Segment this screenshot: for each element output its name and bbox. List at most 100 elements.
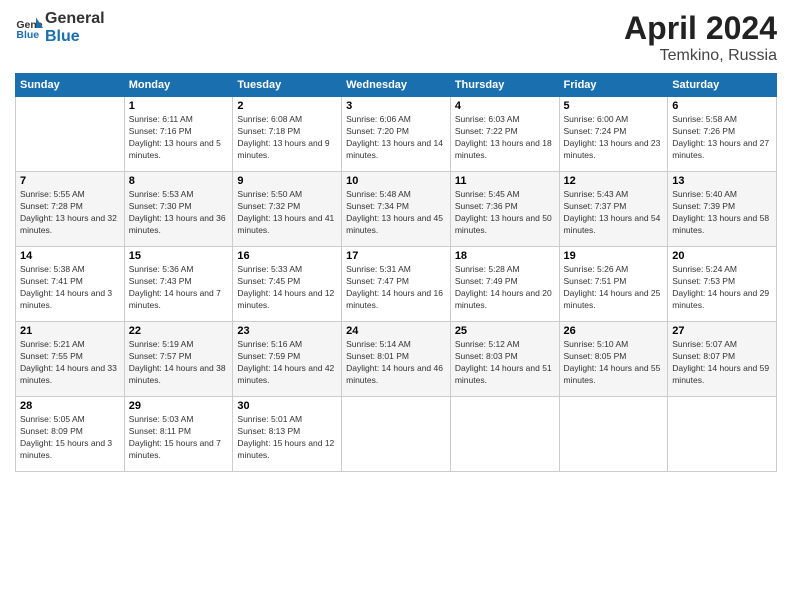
day-info: Sunrise: 5:50 AM Sunset: 7:32 PM Dayligh…	[237, 189, 337, 237]
day-number: 16	[237, 250, 337, 262]
calendar-week-0: 1 Sunrise: 6:11 AM Sunset: 7:16 PM Dayli…	[16, 97, 777, 172]
day-number: 25	[455, 325, 555, 337]
day-info: Sunrise: 5:01 AM Sunset: 8:13 PM Dayligh…	[237, 414, 337, 462]
weekday-header-saturday: Saturday	[668, 74, 777, 97]
calendar-cell: 1 Sunrise: 6:11 AM Sunset: 7:16 PM Dayli…	[124, 97, 233, 172]
day-number: 11	[455, 175, 555, 187]
calendar-cell: 12 Sunrise: 5:43 AM Sunset: 7:37 PM Dayl…	[559, 172, 668, 247]
calendar-cell: 8 Sunrise: 5:53 AM Sunset: 7:30 PM Dayli…	[124, 172, 233, 247]
day-info: Sunrise: 5:38 AM Sunset: 7:41 PM Dayligh…	[20, 264, 120, 312]
day-number: 30	[237, 400, 337, 412]
logo-icon: General Blue	[15, 14, 43, 42]
calendar-cell	[342, 397, 451, 472]
header: General Blue General Blue April 2024 Tem…	[15, 10, 777, 65]
calendar-cell	[16, 97, 125, 172]
day-number: 6	[672, 100, 772, 112]
calendar-cell: 27 Sunrise: 5:07 AM Sunset: 8:07 PM Dayl…	[668, 322, 777, 397]
day-number: 2	[237, 100, 337, 112]
day-info: Sunrise: 6:11 AM Sunset: 7:16 PM Dayligh…	[129, 114, 229, 162]
calendar-week-1: 7 Sunrise: 5:55 AM Sunset: 7:28 PM Dayli…	[16, 172, 777, 247]
day-number: 7	[20, 175, 120, 187]
day-number: 1	[129, 100, 229, 112]
logo: General Blue General Blue	[15, 10, 105, 45]
day-info: Sunrise: 5:07 AM Sunset: 8:07 PM Dayligh…	[672, 339, 772, 387]
day-info: Sunrise: 5:03 AM Sunset: 8:11 PM Dayligh…	[129, 414, 229, 462]
weekday-header-friday: Friday	[559, 74, 668, 97]
day-number: 28	[20, 400, 120, 412]
day-number: 29	[129, 400, 229, 412]
calendar-body: 1 Sunrise: 6:11 AM Sunset: 7:16 PM Dayli…	[16, 97, 777, 472]
location-subtitle: Temkino, Russia	[624, 47, 777, 65]
calendar-cell: 15 Sunrise: 5:36 AM Sunset: 7:43 PM Dayl…	[124, 247, 233, 322]
day-info: Sunrise: 5:12 AM Sunset: 8:03 PM Dayligh…	[455, 339, 555, 387]
weekday-header-wednesday: Wednesday	[342, 74, 451, 97]
calendar-cell: 20 Sunrise: 5:24 AM Sunset: 7:53 PM Dayl…	[668, 247, 777, 322]
title-block: April 2024 Temkino, Russia	[624, 10, 777, 65]
calendar-cell: 17 Sunrise: 5:31 AM Sunset: 7:47 PM Dayl…	[342, 247, 451, 322]
calendar-week-4: 28 Sunrise: 5:05 AM Sunset: 8:09 PM Dayl…	[16, 397, 777, 472]
logo-blue: Blue	[45, 28, 105, 46]
calendar-cell: 7 Sunrise: 5:55 AM Sunset: 7:28 PM Dayli…	[16, 172, 125, 247]
weekday-header-thursday: Thursday	[450, 74, 559, 97]
calendar-cell: 2 Sunrise: 6:08 AM Sunset: 7:18 PM Dayli…	[233, 97, 342, 172]
calendar-cell: 11 Sunrise: 5:45 AM Sunset: 7:36 PM Dayl…	[450, 172, 559, 247]
day-info: Sunrise: 5:19 AM Sunset: 7:57 PM Dayligh…	[129, 339, 229, 387]
calendar-cell: 30 Sunrise: 5:01 AM Sunset: 8:13 PM Dayl…	[233, 397, 342, 472]
day-number: 9	[237, 175, 337, 187]
day-number: 23	[237, 325, 337, 337]
weekday-header-monday: Monday	[124, 74, 233, 97]
day-info: Sunrise: 6:08 AM Sunset: 7:18 PM Dayligh…	[237, 114, 337, 162]
day-info: Sunrise: 5:48 AM Sunset: 7:34 PM Dayligh…	[346, 189, 446, 237]
calendar-week-2: 14 Sunrise: 5:38 AM Sunset: 7:41 PM Dayl…	[16, 247, 777, 322]
day-info: Sunrise: 5:53 AM Sunset: 7:30 PM Dayligh…	[129, 189, 229, 237]
calendar-cell: 10 Sunrise: 5:48 AM Sunset: 7:34 PM Dayl…	[342, 172, 451, 247]
day-info: Sunrise: 5:31 AM Sunset: 7:47 PM Dayligh…	[346, 264, 446, 312]
day-info: Sunrise: 5:14 AM Sunset: 8:01 PM Dayligh…	[346, 339, 446, 387]
calendar-cell	[668, 397, 777, 472]
calendar-cell: 28 Sunrise: 5:05 AM Sunset: 8:09 PM Dayl…	[16, 397, 125, 472]
calendar-cell: 13 Sunrise: 5:40 AM Sunset: 7:39 PM Dayl…	[668, 172, 777, 247]
day-info: Sunrise: 6:03 AM Sunset: 7:22 PM Dayligh…	[455, 114, 555, 162]
day-info: Sunrise: 5:33 AM Sunset: 7:45 PM Dayligh…	[237, 264, 337, 312]
weekday-header-tuesday: Tuesday	[233, 74, 342, 97]
calendar-cell: 23 Sunrise: 5:16 AM Sunset: 7:59 PM Dayl…	[233, 322, 342, 397]
calendar-cell: 19 Sunrise: 5:26 AM Sunset: 7:51 PM Dayl…	[559, 247, 668, 322]
day-number: 14	[20, 250, 120, 262]
day-number: 3	[346, 100, 446, 112]
day-number: 27	[672, 325, 772, 337]
day-info: Sunrise: 5:40 AM Sunset: 7:39 PM Dayligh…	[672, 189, 772, 237]
calendar-cell: 29 Sunrise: 5:03 AM Sunset: 8:11 PM Dayl…	[124, 397, 233, 472]
day-info: Sunrise: 5:24 AM Sunset: 7:53 PM Dayligh…	[672, 264, 772, 312]
calendar-cell: 14 Sunrise: 5:38 AM Sunset: 7:41 PM Dayl…	[16, 247, 125, 322]
calendar-week-3: 21 Sunrise: 5:21 AM Sunset: 7:55 PM Dayl…	[16, 322, 777, 397]
day-number: 20	[672, 250, 772, 262]
day-number: 18	[455, 250, 555, 262]
calendar-cell: 16 Sunrise: 5:33 AM Sunset: 7:45 PM Dayl…	[233, 247, 342, 322]
day-info: Sunrise: 5:16 AM Sunset: 7:59 PM Dayligh…	[237, 339, 337, 387]
calendar-cell: 25 Sunrise: 5:12 AM Sunset: 8:03 PM Dayl…	[450, 322, 559, 397]
day-info: Sunrise: 6:00 AM Sunset: 7:24 PM Dayligh…	[564, 114, 664, 162]
day-number: 21	[20, 325, 120, 337]
calendar-cell: 22 Sunrise: 5:19 AM Sunset: 7:57 PM Dayl…	[124, 322, 233, 397]
day-number: 13	[672, 175, 772, 187]
day-info: Sunrise: 5:10 AM Sunset: 8:05 PM Dayligh…	[564, 339, 664, 387]
day-number: 10	[346, 175, 446, 187]
day-number: 15	[129, 250, 229, 262]
logo-general: General	[45, 10, 105, 28]
day-info: Sunrise: 5:43 AM Sunset: 7:37 PM Dayligh…	[564, 189, 664, 237]
day-number: 17	[346, 250, 446, 262]
day-number: 5	[564, 100, 664, 112]
day-number: 24	[346, 325, 446, 337]
weekday-header-sunday: Sunday	[16, 74, 125, 97]
day-info: Sunrise: 6:06 AM Sunset: 7:20 PM Dayligh…	[346, 114, 446, 162]
day-info: Sunrise: 5:21 AM Sunset: 7:55 PM Dayligh…	[20, 339, 120, 387]
calendar-cell: 9 Sunrise: 5:50 AM Sunset: 7:32 PM Dayli…	[233, 172, 342, 247]
day-number: 19	[564, 250, 664, 262]
weekday-header-row: SundayMondayTuesdayWednesdayThursdayFrid…	[16, 74, 777, 97]
day-info: Sunrise: 5:45 AM Sunset: 7:36 PM Dayligh…	[455, 189, 555, 237]
day-info: Sunrise: 5:58 AM Sunset: 7:26 PM Dayligh…	[672, 114, 772, 162]
calendar-cell: 4 Sunrise: 6:03 AM Sunset: 7:22 PM Dayli…	[450, 97, 559, 172]
svg-text:Blue: Blue	[16, 28, 39, 40]
calendar-cell: 26 Sunrise: 5:10 AM Sunset: 8:05 PM Dayl…	[559, 322, 668, 397]
calendar-cell: 5 Sunrise: 6:00 AM Sunset: 7:24 PM Dayli…	[559, 97, 668, 172]
